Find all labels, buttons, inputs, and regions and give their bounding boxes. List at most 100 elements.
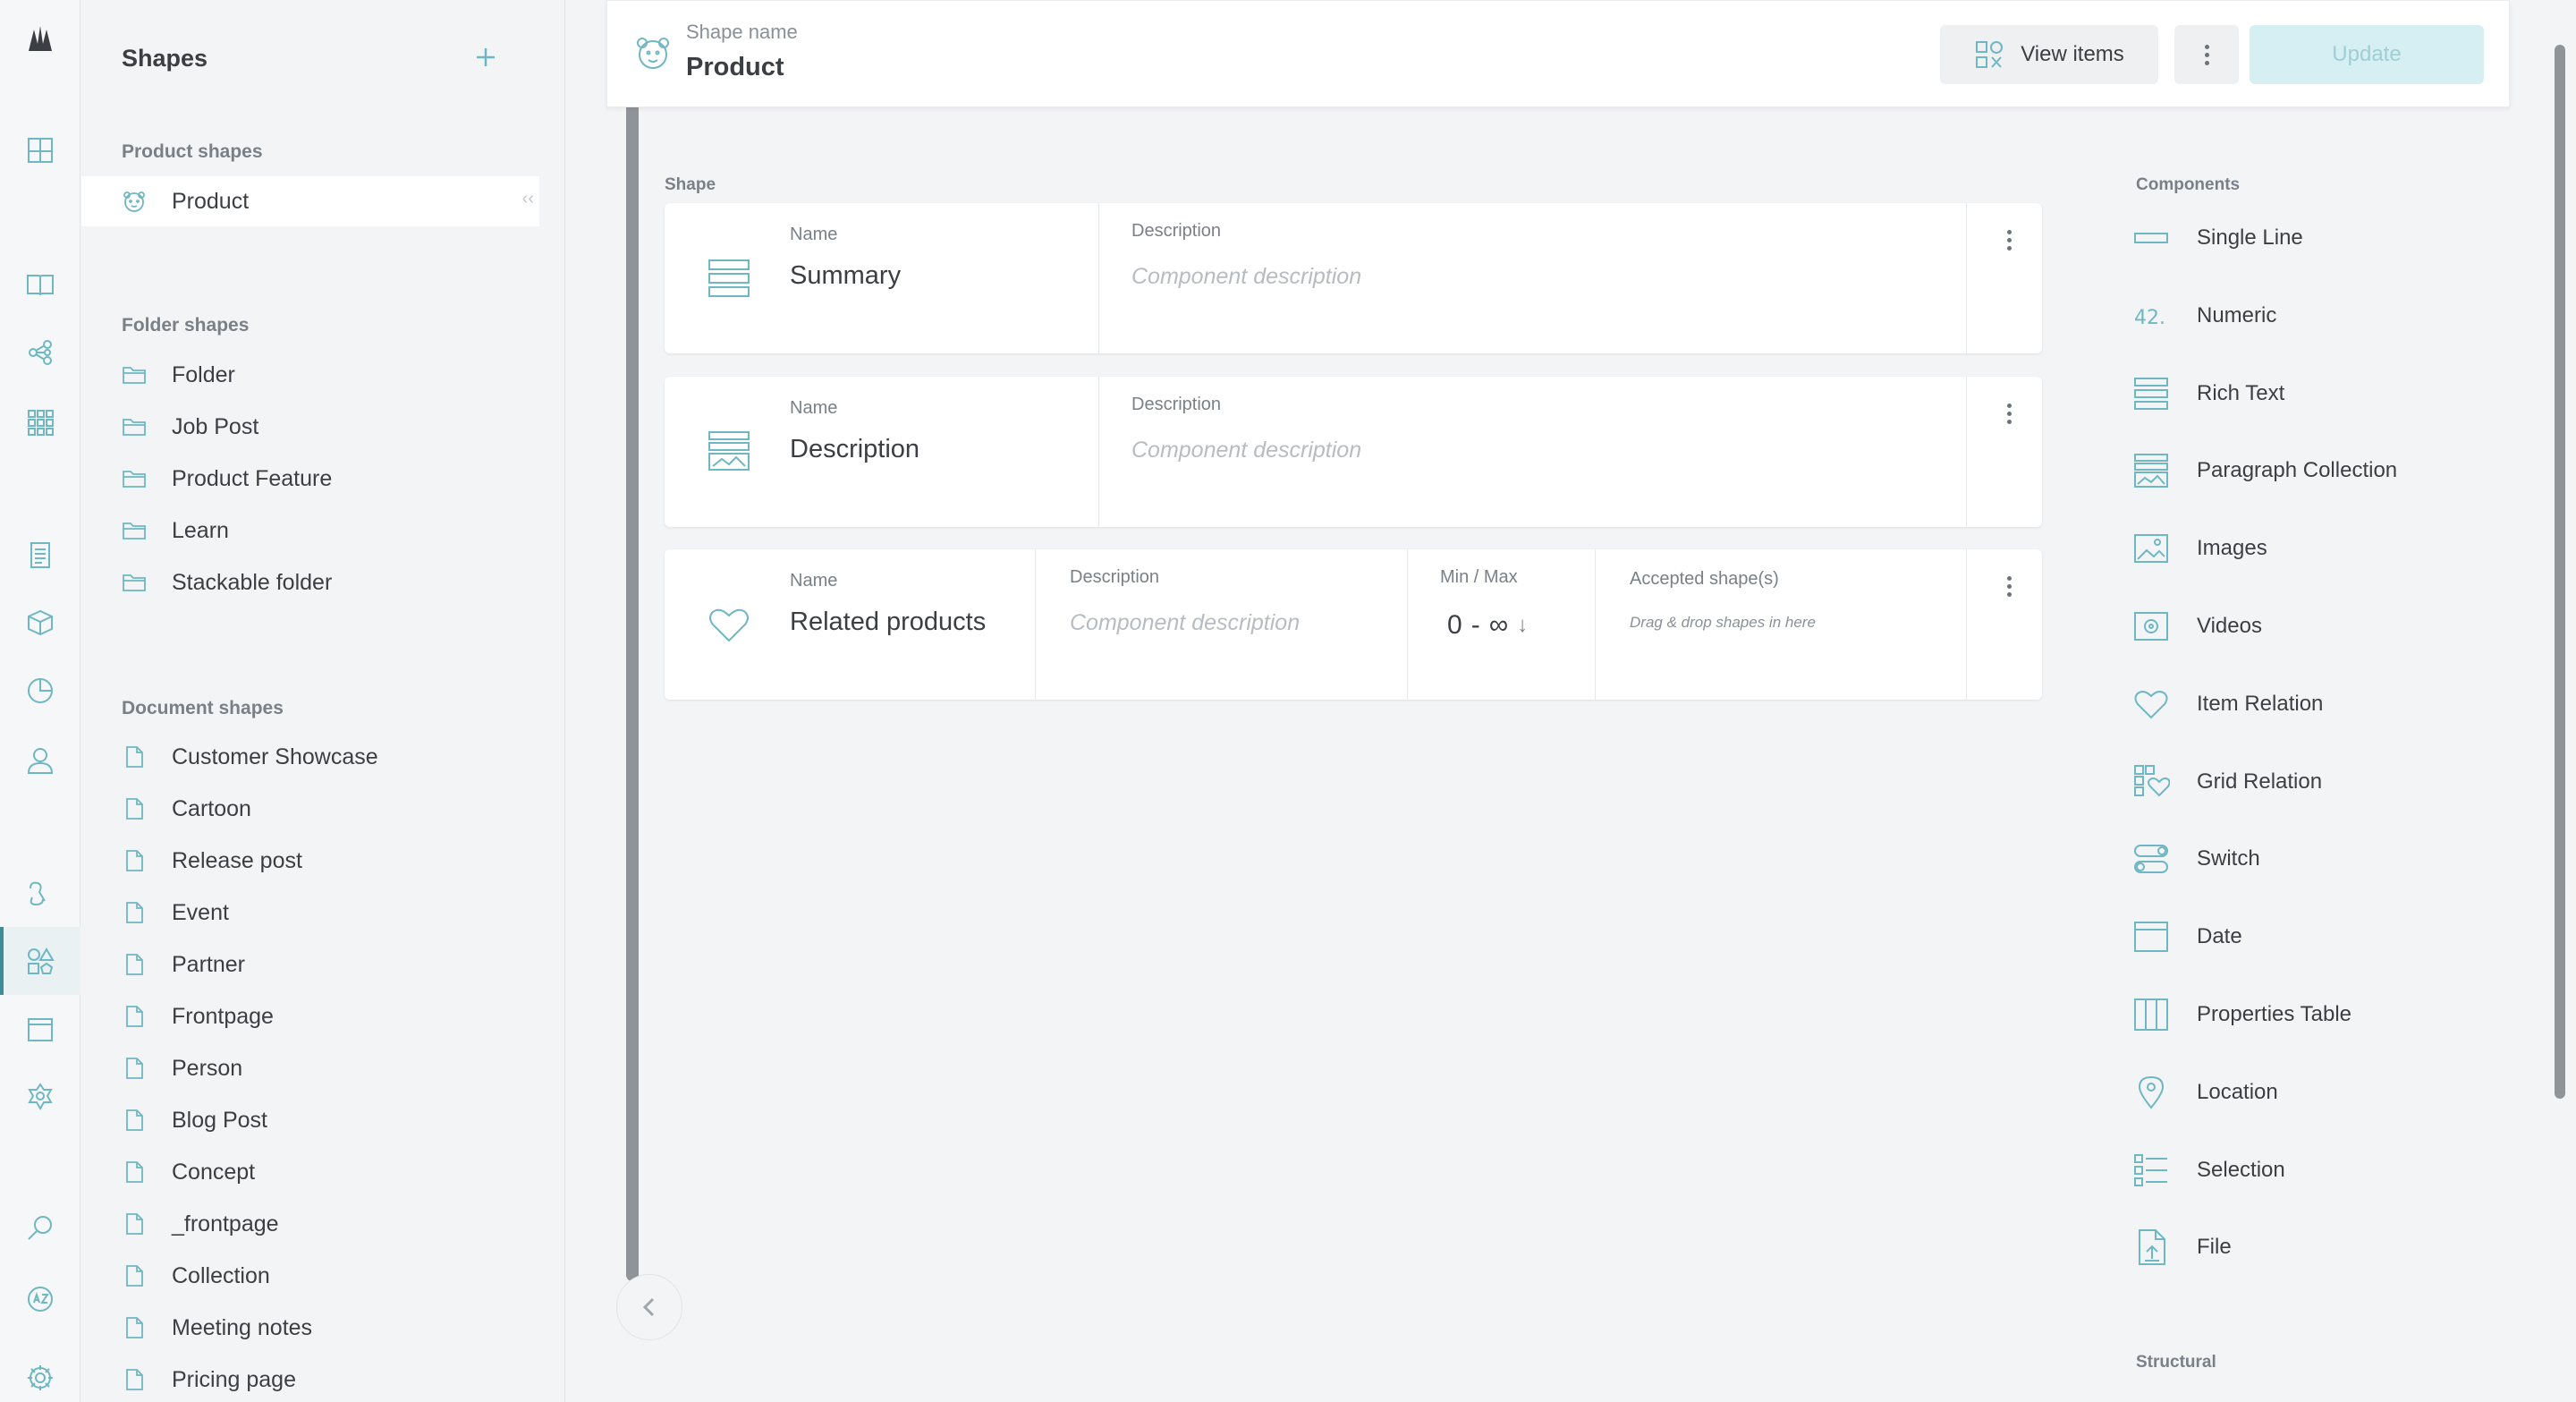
component-name-input[interactable]: Related products <box>790 608 986 637</box>
dashboard-icon[interactable] <box>22 132 58 168</box>
sidebar-item-meeting-notes[interactable]: Meeting notes <box>81 1303 539 1353</box>
component-date[interactable]: Date <box>2132 910 2472 964</box>
stats-icon[interactable] <box>22 673 58 709</box>
shape-name[interactable]: Product <box>686 53 784 82</box>
price-icon[interactable] <box>22 1079 58 1115</box>
collapse-sidebar-button[interactable] <box>616 1274 682 1340</box>
sidebar-item-stackable-folder[interactable]: Stackable folder <box>81 557 539 608</box>
row-menu-button[interactable] <box>2007 576 2012 597</box>
shapes-icon[interactable] <box>0 927 80 995</box>
main-scrollbar[interactable] <box>2555 45 2565 1099</box>
component-grid-relation[interactable]: Grid Relation <box>2132 755 2472 809</box>
component-label: Selection <box>2197 1157 2285 1182</box>
component-row-description[interactable]: Name Description Description Component d… <box>665 377 2042 527</box>
sidebar-item-customer-showcase[interactable]: Customer Showcase <box>81 732 539 782</box>
sidebar-scrollbar[interactable] <box>626 11 639 1281</box>
document-icon <box>122 1316 147 1339</box>
row-menu-button[interactable] <box>2007 230 2012 251</box>
sidebar-item-product-feature[interactable]: Product Feature <box>81 454 539 504</box>
sidebar-item-label: Concept <box>172 1159 256 1185</box>
sidebar-item-product[interactable]: Product ‹‹ <box>81 176 539 226</box>
component-selection[interactable]: Selection <box>2132 1143 2472 1197</box>
max-value[interactable]: ∞ <box>1489 610 1508 641</box>
sidebar-item-frontpage[interactable]: Frontpage <box>81 991 539 1041</box>
plus-icon <box>477 48 495 66</box>
component-row-related-products[interactable]: Name Related products Description Compon… <box>665 549 2042 700</box>
description-input[interactable]: Component description <box>1131 438 1361 463</box>
pages-icon[interactable] <box>22 1011 58 1047</box>
min-value[interactable]: 0 <box>1447 610 1462 641</box>
customers-icon[interactable] <box>22 743 58 778</box>
accepted-shapes-cell[interactable]: Accepted shape(s) Drag & drop shapes in … <box>1596 549 1967 700</box>
grids-icon[interactable] <box>22 404 58 440</box>
more-options-button[interactable] <box>2174 25 2239 84</box>
component-properties-table[interactable]: Properties Table <box>2132 988 2472 1041</box>
update-button[interactable]: Update <box>2250 25 2484 84</box>
name-cell: Name Description <box>665 377 1099 527</box>
component-file[interactable]: File <box>2132 1220 2472 1274</box>
shape-section-title: Shape <box>665 175 716 194</box>
description-input[interactable]: Component description <box>1070 610 1300 636</box>
sidebar-item-release-post[interactable]: Release post <box>81 836 539 886</box>
sidebar-item-folder[interactable]: Folder <box>81 350 539 400</box>
component-numeric[interactable]: 42. Numeric <box>2132 289 2472 343</box>
document-icon <box>122 849 147 872</box>
webhooks-icon[interactable] <box>22 875 58 911</box>
row-menu-button[interactable] <box>2007 404 2012 424</box>
sidebar-item-cartoon[interactable]: Cartoon <box>81 784 539 834</box>
sidebar-item-frontpage[interactable]: _frontpage <box>81 1199 539 1249</box>
collapse-arrows-icon: ‹‹ <box>521 189 534 208</box>
properties-table-icon <box>2132 996 2170 1033</box>
add-shape-button[interactable] <box>471 43 500 72</box>
svg-text:42.: 42. <box>2134 307 2165 329</box>
sidebar-item-learn[interactable]: Learn <box>81 506 539 556</box>
component-switch[interactable]: Switch <box>2132 832 2472 886</box>
sidebar-item-concept[interactable]: Concept <box>81 1147 539 1197</box>
component-row-summary[interactable]: Name Summary Description Component descr… <box>665 203 2042 353</box>
sidebar-item-label: Blog Post <box>172 1107 268 1133</box>
document-icon <box>122 1264 147 1287</box>
search-icon[interactable] <box>22 1210 58 1245</box>
sidebar-item-partner[interactable]: Partner <box>81 939 539 990</box>
component-location[interactable]: Location <box>2132 1066 2472 1119</box>
view-items-label: View items <box>2021 42 2124 66</box>
minmax-label: Min / Max <box>1440 567 1518 587</box>
topics-icon[interactable] <box>22 335 58 370</box>
sidebar-item-event[interactable]: Event <box>81 888 539 938</box>
description-input[interactable]: Component description <box>1131 264 1361 290</box>
sidebar-item-person[interactable]: Person <box>81 1043 539 1093</box>
accepted-shapes-dropzone[interactable]: Drag & drop shapes in here <box>1630 614 1816 632</box>
component-name-input[interactable]: Description <box>790 435 919 464</box>
component-label: Numeric <box>2197 302 2277 327</box>
component-videos[interactable]: Videos <box>2132 599 2472 653</box>
sidebar-item-label: Customer Showcase <box>172 743 378 769</box>
catalogue-icon[interactable] <box>22 267 58 302</box>
minmax-value[interactable]: 0 - ∞ ↓ <box>1447 610 1528 641</box>
component-label: Date <box>2197 924 2242 949</box>
sidebar-item-label: Person <box>172 1055 243 1081</box>
orders-icon[interactable] <box>22 537 58 573</box>
products-icon[interactable] <box>22 605 58 641</box>
settings-icon[interactable] <box>22 1360 58 1396</box>
folder-icon <box>122 415 147 438</box>
view-items-button[interactable]: View items <box>1940 25 2158 84</box>
sidebar-item-pricing-page[interactable]: Pricing page <box>81 1355 539 1402</box>
translations-icon[interactable] <box>22 1281 58 1317</box>
component-single-line[interactable]: Single Line <box>2132 211 2472 265</box>
selection-icon <box>2132 1151 2170 1189</box>
name-label: Name <box>790 398 838 418</box>
logo-icon[interactable] <box>22 21 58 57</box>
sidebar-item-blog-post[interactable]: Blog Post <box>81 1095 539 1145</box>
component-name-input[interactable]: Summary <box>790 261 901 291</box>
sidebar-item-job-post[interactable]: Job Post <box>81 402 539 452</box>
folder-icon <box>122 467 147 490</box>
sidebar-divider <box>564 0 565 1402</box>
component-item-relation[interactable]: Item Relation <box>2132 677 2472 731</box>
component-paragraph-collection[interactable]: Paragraph Collection <box>2132 444 2472 497</box>
component-label: Item Relation <box>2197 691 2324 716</box>
sidebar-item-label: Partner <box>172 951 245 977</box>
icon-rail <box>0 0 80 1402</box>
component-rich-text[interactable]: Rich Text <box>2132 367 2472 421</box>
sidebar-item-collection[interactable]: Collection <box>81 1251 539 1301</box>
component-images[interactable]: Images <box>2132 522 2472 575</box>
